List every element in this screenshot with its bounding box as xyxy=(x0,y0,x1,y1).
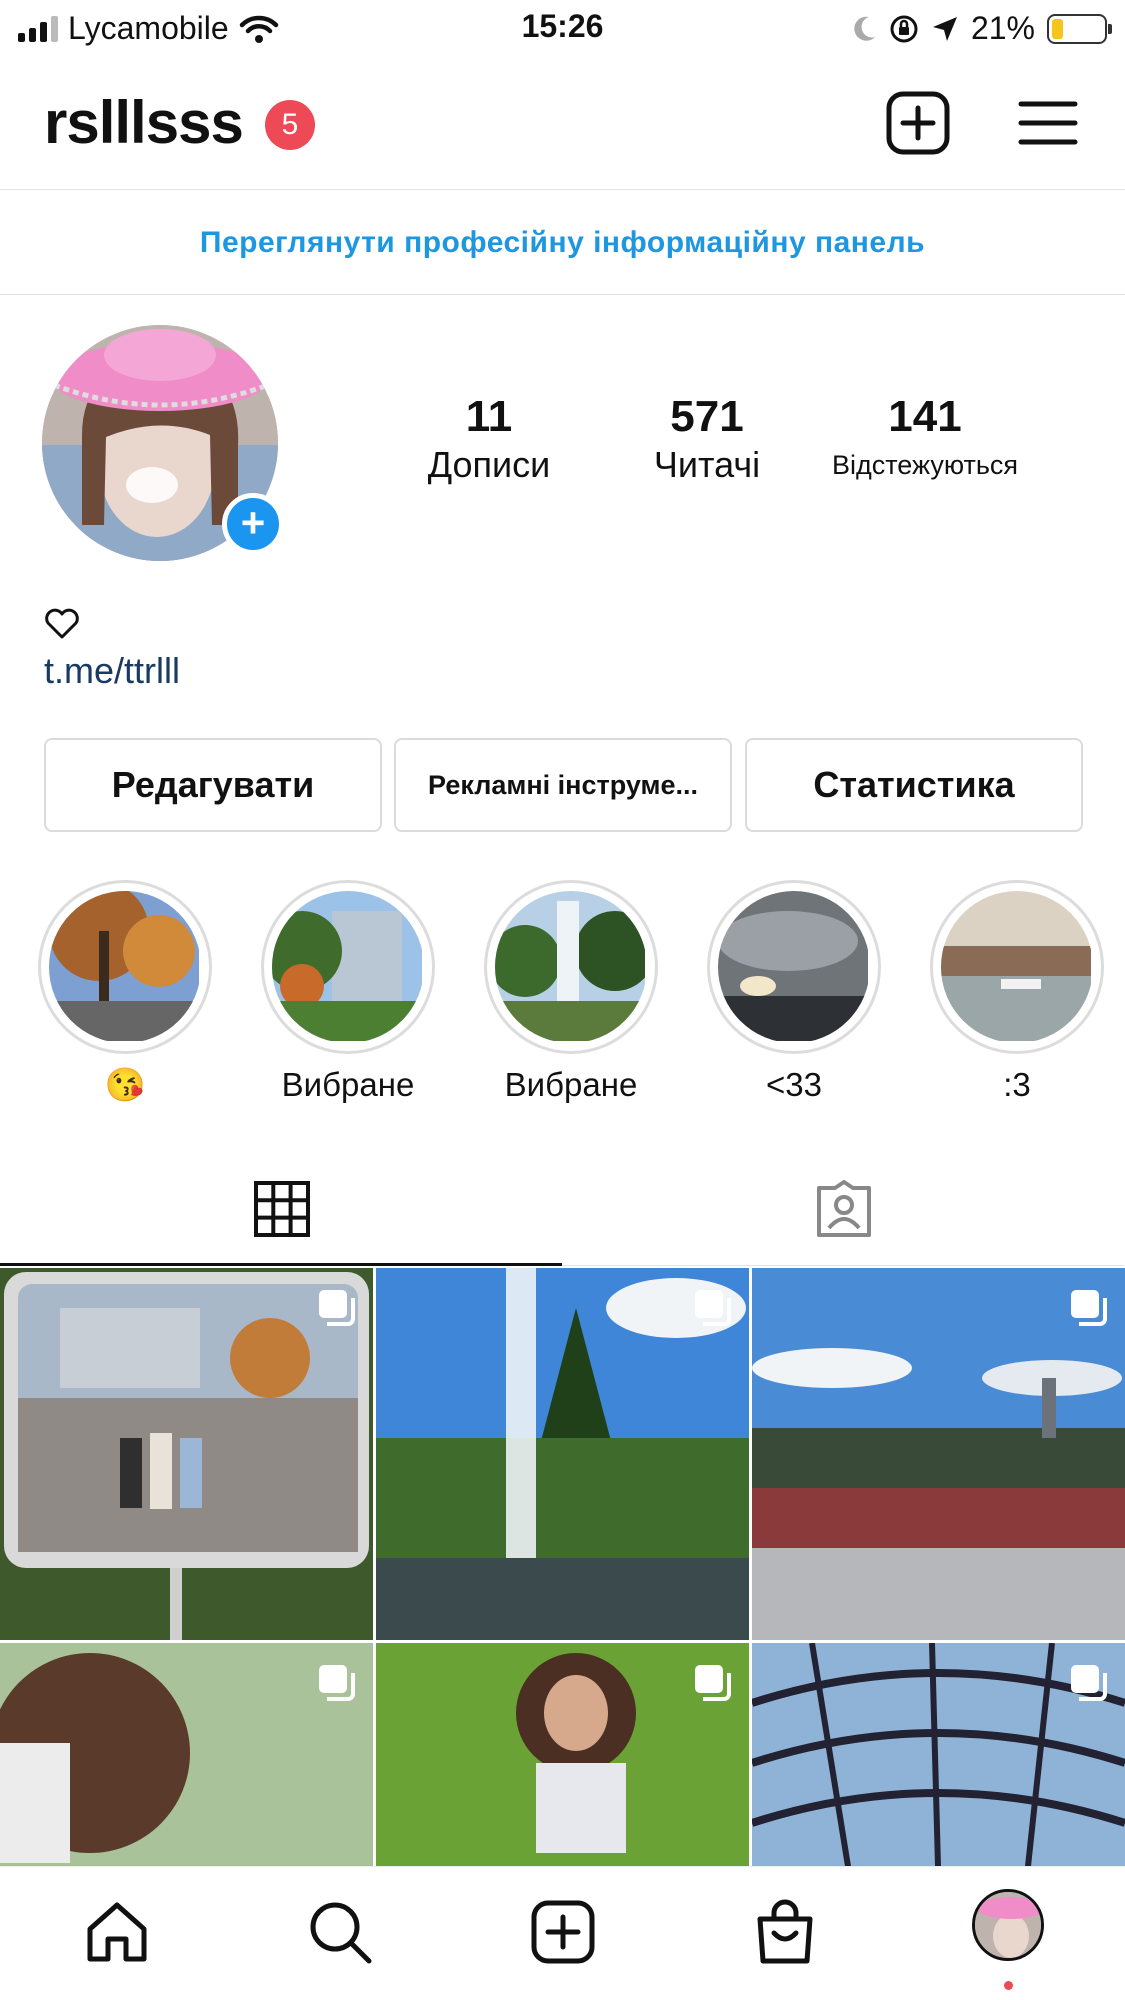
search-icon[interactable] xyxy=(305,1897,375,1967)
status-bar: Lycamobile 15:26 21% xyxy=(0,0,1125,60)
bottom-nav xyxy=(0,1866,1125,2000)
menu-icon[interactable] xyxy=(1015,90,1081,156)
story-highlight[interactable]: <33 xyxy=(707,880,881,1104)
tagged-person-icon xyxy=(817,1180,871,1237)
following-count[interactable]: 141 Відстежуються xyxy=(820,393,1030,489)
profile-header: rslllsss 5 xyxy=(0,60,1125,190)
story-highlight[interactable]: Вибране xyxy=(484,880,658,1104)
highlight-label: :3 xyxy=(1003,1066,1031,1103)
story-highlight[interactable]: :3 xyxy=(930,880,1104,1104)
notification-badge[interactable]: 5 xyxy=(265,100,315,150)
home-icon[interactable] xyxy=(82,1897,152,1967)
grid-post[interactable] xyxy=(0,1643,373,1868)
highlight-ring xyxy=(38,880,212,1054)
grid-post[interactable] xyxy=(0,1268,373,1640)
story-highlight[interactable]: Вибране xyxy=(261,880,435,1104)
grid-post[interactable] xyxy=(376,1268,749,1640)
highlight-label: <33 xyxy=(766,1066,822,1103)
highlight-label: 😘 xyxy=(104,1066,146,1103)
stat-label: Читачі xyxy=(653,444,761,485)
multiple-photos-icon xyxy=(319,1665,355,1701)
add-story-button[interactable]: + xyxy=(222,493,284,555)
highlight-cover xyxy=(272,891,424,1043)
grid-post[interactable] xyxy=(752,1268,1125,1640)
grid-post[interactable] xyxy=(376,1643,749,1868)
profile-nav-avatar[interactable] xyxy=(972,1889,1044,1961)
multiple-photos-icon xyxy=(1071,1665,1107,1701)
profile-tabs xyxy=(0,1150,1125,1266)
new-post-nav-icon[interactable] xyxy=(528,1897,598,1967)
stat-number: 11 xyxy=(465,392,513,441)
tab-posts-grid[interactable] xyxy=(0,1150,562,1266)
insights-button[interactable]: Статистика xyxy=(745,738,1083,832)
ad-tools-button[interactable]: Рекламні інструме... xyxy=(394,738,732,832)
posts-count[interactable]: 11 Дописи xyxy=(418,393,560,489)
highlight-ring xyxy=(484,880,658,1054)
highlight-label: Вибране xyxy=(281,1066,415,1103)
edit-profile-button[interactable]: Редагувати xyxy=(44,738,382,832)
new-post-icon[interactable] xyxy=(885,90,951,156)
grid-post[interactable] xyxy=(752,1643,1125,1868)
profile-avatar[interactable]: + xyxy=(42,325,284,561)
followers-count[interactable]: 571 Читачі xyxy=(636,393,778,489)
moon-icon xyxy=(854,16,875,41)
battery-level xyxy=(1052,18,1063,39)
highlight-label: Вибране xyxy=(504,1066,638,1103)
stat-label: Дописи xyxy=(427,444,551,485)
highlight-cover xyxy=(941,891,1093,1043)
tab-tagged[interactable] xyxy=(562,1150,1124,1266)
location-icon xyxy=(932,16,957,41)
posts-grid xyxy=(0,1268,1125,1868)
highlight-ring xyxy=(261,880,435,1054)
battery-percent: 21% xyxy=(970,10,1035,46)
grid-icon xyxy=(254,1181,310,1237)
multiple-photos-icon xyxy=(319,1290,355,1326)
professional-dashboard-link[interactable]: Переглянути професійну інформаційну пане… xyxy=(0,190,1125,295)
activity-dot xyxy=(1004,1981,1013,1990)
heart-icon xyxy=(45,608,79,639)
stat-number: 571 xyxy=(670,392,744,441)
highlight-cover xyxy=(49,891,201,1043)
highlight-ring xyxy=(707,880,881,1054)
multiple-photos-icon xyxy=(695,1290,731,1326)
shop-icon[interactable] xyxy=(750,1897,820,1967)
bio-link[interactable]: t.me/ttrlll xyxy=(44,650,180,692)
multiple-photos-icon xyxy=(1071,1290,1107,1326)
multiple-photos-icon xyxy=(695,1665,731,1701)
highlight-cover xyxy=(495,891,647,1043)
stat-label: Відстежуються xyxy=(831,450,1019,480)
battery-icon xyxy=(1047,13,1112,44)
username-switcher[interactable]: rslllsss xyxy=(44,88,244,157)
highlight-cover xyxy=(718,891,870,1043)
orientation-lock-icon xyxy=(890,15,918,42)
stat-number: 141 xyxy=(888,392,962,441)
story-highlight[interactable]: 😘 xyxy=(38,880,212,1105)
status-right: 21% xyxy=(851,10,1112,47)
highlight-ring xyxy=(930,880,1104,1054)
